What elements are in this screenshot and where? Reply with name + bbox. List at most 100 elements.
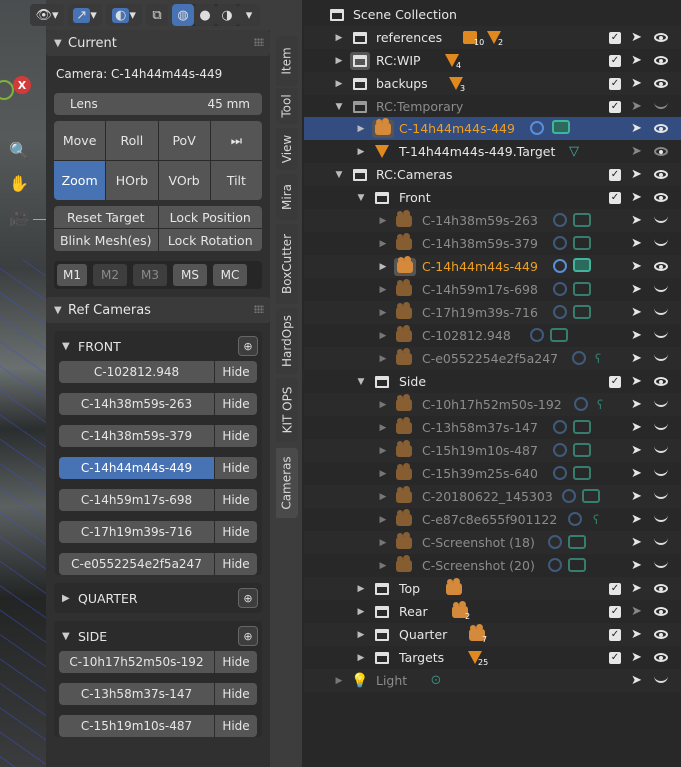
select-arrow-icon[interactable]: ➤ (631, 121, 642, 136)
hide-button[interactable]: Hide (215, 553, 257, 575)
select-arrow-icon[interactable]: ➤ (631, 167, 642, 182)
object-row-camera[interactable]: ▶ C-15h19m10s-487 ➤ (304, 439, 681, 462)
select-arrow-icon[interactable]: ➤ (631, 236, 642, 251)
constraint-icon[interactable] (562, 489, 576, 503)
collapse-arrow-icon[interactable]: ▼ (334, 170, 344, 180)
select-arrow-icon[interactable]: ➤ (631, 489, 642, 504)
gizmo-x-axis[interactable]: X (13, 76, 31, 94)
eye-closed-icon[interactable] (654, 239, 668, 246)
object-row-camera[interactable]: ▶ C-14h59m17s-698 ➤ (304, 278, 681, 301)
expand-arrow-icon[interactable]: ▶ (378, 308, 388, 318)
camera-data-icon[interactable] (573, 466, 591, 480)
object-row-camera[interactable]: ▶ C-17h19m39s-716 ➤ (304, 301, 681, 324)
move-button[interactable]: Move (54, 121, 106, 160)
material-shading-icon[interactable]: ◑ (216, 4, 238, 26)
collection-row-rcwip[interactable]: ▶ RC:WIP 4 ✓ ➤ (304, 49, 681, 72)
eye-icon[interactable] (654, 193, 668, 202)
constraint-icon[interactable] (574, 397, 588, 411)
tab-boxcutter[interactable]: BoxCutter (276, 224, 298, 304)
select-arrow-icon[interactable]: ➤ (631, 512, 642, 527)
hide-button[interactable]: Hide (215, 521, 257, 543)
object-row-camera[interactable]: ▶ C-14h38m59s-379 ➤ (304, 232, 681, 255)
collapse-arrow-icon[interactable]: ▼ (356, 377, 366, 387)
side-subpanel-header[interactable]: ▼ SIDE ⊕ (54, 621, 262, 651)
object-row-camera[interactable]: ▶ C-14h38m59s-263 ➤ (304, 209, 681, 232)
object-row-camera[interactable]: ▶ C-102812.948 ➤ (304, 324, 681, 347)
object-row-camera[interactable]: ▶ C-10h17h52m50s-192 ʕ ➤ (304, 393, 681, 416)
object-row-camera[interactable]: ▶ C-e0552254e2f5a247 ʕ ➤ (304, 347, 681, 370)
pov-button[interactable]: PoV (158, 121, 210, 160)
camera-data-icon[interactable] (568, 558, 586, 572)
camera-select-button[interactable]: C-14h44m44s-449 (59, 457, 214, 479)
front-subpanel-header[interactable]: ▼ FRONT ⊕ (54, 331, 262, 361)
eye-closed-icon[interactable] (654, 561, 668, 568)
select-arrow-icon[interactable]: ➤ (631, 53, 642, 68)
camera-select-button[interactable]: C-13h58m37s-147 (59, 683, 214, 705)
tab-tool[interactable]: Tool (276, 88, 298, 124)
object-row-camera[interactable]: ▶ C-13h58m37s-147 ➤ (304, 416, 681, 439)
expand-arrow-icon[interactable]: ▶ (334, 33, 344, 43)
eye-closed-icon[interactable] (654, 400, 668, 407)
constraint-icon[interactable] (548, 535, 562, 549)
zoom-icon[interactable]: 🔍 (6, 137, 32, 163)
exclude-checkbox[interactable]: ✓ (609, 168, 621, 181)
expand-arrow-icon[interactable]: ▶ (378, 400, 388, 410)
eye-icon[interactable] (654, 584, 668, 593)
constraint-icon[interactable] (553, 443, 567, 457)
expand-arrow-icon[interactable]: ▶ (356, 584, 366, 594)
hide-button[interactable]: Hide (215, 457, 257, 479)
eye-icon[interactable] (654, 607, 668, 616)
camera-select-button[interactable]: C-14h59m17s-698 (59, 489, 214, 511)
select-arrow-icon[interactable]: ➤ (631, 673, 642, 688)
camera-data-icon[interactable] (582, 489, 600, 503)
constraint-icon[interactable] (553, 466, 567, 480)
exclude-checkbox[interactable]: ✓ (609, 77, 621, 90)
eye-closed-icon[interactable] (654, 515, 668, 522)
exclude-checkbox[interactable]: ✓ (609, 651, 621, 664)
select-arrow-icon[interactable]: ➤ (631, 627, 642, 642)
expand-arrow-icon[interactable]: ▶ (378, 492, 388, 502)
camera-data-icon[interactable] (552, 120, 570, 134)
tab-cameras[interactable]: Cameras (276, 448, 298, 518)
lens-field[interactable]: Lens 45 mm (54, 93, 262, 115)
curve-data-icon[interactable]: ʕ (590, 352, 606, 366)
camera-data-icon[interactable] (573, 213, 591, 227)
collection-row-rccameras[interactable]: ▼ RC:Cameras ✓ ➤ (304, 163, 681, 186)
expand-arrow-icon[interactable]: ▶ (378, 538, 388, 548)
expand-arrow-icon[interactable]: ▶ (378, 216, 388, 226)
m1-button[interactable]: M1 (57, 264, 87, 286)
expand-arrow-icon[interactable]: ▶ (378, 285, 388, 295)
ms-button[interactable]: MS (173, 264, 207, 286)
object-row-selected-camera[interactable]: ▶ C-14h44m44s-449 ➤ (304, 117, 681, 140)
select-arrow-icon[interactable]: ➤ (631, 535, 642, 550)
constraint-icon[interactable] (572, 351, 586, 365)
object-row-camera[interactable]: ▶ C-Screenshot (18) ➤ (304, 531, 681, 554)
camera-data-icon[interactable] (573, 282, 591, 296)
eye-icon[interactable] (654, 56, 668, 65)
shading-options-dropdown[interactable]: ▾ (238, 4, 260, 26)
ref-cameras-panel-header[interactable]: ▼ Ref Cameras (46, 297, 270, 323)
current-panel-header[interactable]: ▼ Current (46, 30, 270, 56)
eye-closed-icon[interactable] (654, 354, 668, 361)
expand-arrow-icon[interactable]: ▶ (378, 446, 388, 456)
camera-select-button[interactable]: C-e0552254e2f5a247 (59, 553, 214, 575)
hide-button[interactable]: Hide (215, 715, 257, 737)
drag-grip-icon[interactable] (254, 38, 264, 46)
blink-meshes-button[interactable]: Blink Mesh(es) (54, 229, 158, 251)
zoom-button[interactable]: Zoom (54, 161, 106, 200)
expand-arrow-icon[interactable]: ▶ (334, 56, 344, 66)
reset-target-button[interactable]: Reset Target (54, 206, 158, 228)
m3-button[interactable]: M3 (133, 264, 167, 286)
constraint-icon[interactable] (553, 236, 567, 250)
expand-arrow-icon[interactable]: ▶ (334, 676, 344, 686)
collection-row-rear[interactable]: ▶ Rear 2 ✓ ➤ (304, 600, 681, 623)
solid-shading-icon[interactable]: ● (194, 4, 216, 26)
collection-row-references[interactable]: ▶ references 10 2 ✓ ➤ (304, 26, 681, 49)
constraint-icon[interactable] (530, 328, 544, 342)
eye-icon[interactable] (654, 147, 668, 156)
camera-data-icon[interactable] (573, 236, 591, 250)
collapse-arrow-icon[interactable]: ▼ (334, 102, 344, 112)
select-arrow-icon[interactable]: ➤ (631, 581, 642, 596)
exclude-checkbox[interactable]: ✓ (609, 628, 621, 641)
object-row-camera[interactable]: ▶ C-15h39m25s-640 ➤ (304, 462, 681, 485)
